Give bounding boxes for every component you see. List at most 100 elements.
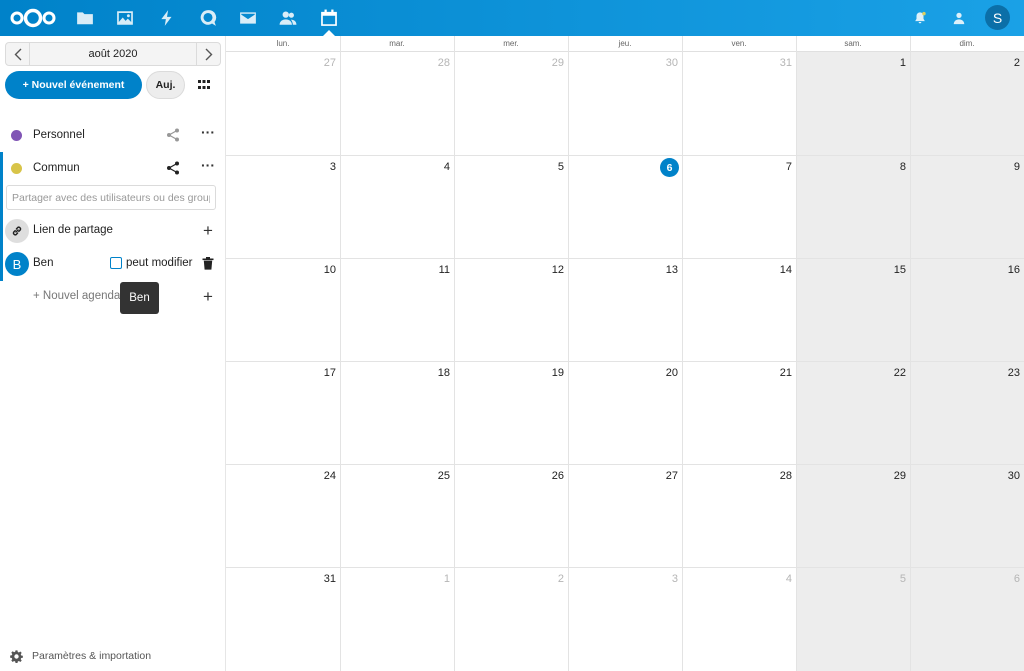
- grid-row-divider: [226, 464, 1024, 465]
- weekday-header: dim.: [959, 39, 975, 48]
- weekday-header: sam.: [844, 39, 862, 48]
- chevron-left-icon: [14, 48, 21, 60]
- previous-month-button[interactable]: [6, 43, 30, 65]
- day-number[interactable]: 3: [296, 161, 336, 173]
- day-number[interactable]: 5: [524, 161, 564, 173]
- day-number[interactable]: 26: [524, 470, 564, 482]
- other-month-day-number[interactable]: 6: [980, 573, 1020, 585]
- day-number[interactable]: 25: [410, 470, 450, 482]
- calendar-color-dot[interactable]: [11, 162, 22, 174]
- day-number[interactable]: 15: [866, 264, 906, 276]
- weekday-header: lun.: [276, 39, 290, 48]
- chevron-right-icon: [205, 48, 212, 60]
- day-number[interactable]: 11: [410, 264, 450, 276]
- delete-share-icon[interactable]: [202, 257, 214, 270]
- weekday-header: jeu.: [618, 39, 632, 48]
- day-number[interactable]: 14: [752, 264, 792, 276]
- other-month-day-number[interactable]: 4: [752, 573, 792, 585]
- day-number[interactable]: 30: [980, 470, 1020, 482]
- contacts-icon[interactable]: [276, 6, 300, 30]
- other-month-day-number[interactable]: 3: [638, 573, 678, 585]
- grid-column-divider: [568, 36, 569, 671]
- can-edit-label[interactable]: peut modifier: [126, 257, 192, 269]
- today-day-number[interactable]: 6: [660, 158, 679, 177]
- day-number[interactable]: 19: [524, 367, 564, 379]
- tooltip: Ben: [120, 282, 159, 314]
- calendar-name: Commun: [33, 162, 80, 174]
- weekday-header: ven.: [731, 39, 747, 48]
- more-actions-icon[interactable]: ···: [201, 158, 215, 175]
- day-number[interactable]: 17: [296, 367, 336, 379]
- other-month-day-number[interactable]: 1: [410, 573, 450, 585]
- share-icon[interactable]: [166, 128, 180, 142]
- user-avatar[interactable]: S: [985, 5, 1010, 30]
- day-number[interactable]: 4: [410, 161, 450, 173]
- grid-row-divider: [226, 258, 1024, 259]
- calendar-color-dot[interactable]: [11, 129, 22, 141]
- talk-icon[interactable]: [196, 6, 220, 30]
- weekday-header: mar.: [389, 39, 405, 48]
- more-actions-icon[interactable]: ···: [201, 125, 215, 142]
- sharee-row: B Ben peut modifier: [0, 251, 226, 277]
- day-number[interactable]: 16: [980, 264, 1020, 276]
- calendar-item-personnel[interactable]: Personnel ···: [0, 119, 226, 151]
- day-number[interactable]: 10: [296, 264, 336, 276]
- grid-column-divider: [454, 36, 455, 671]
- notifications-icon[interactable]: [910, 6, 930, 30]
- other-month-day-number[interactable]: 29: [524, 57, 564, 69]
- mail-icon[interactable]: [236, 6, 260, 30]
- photos-icon[interactable]: [113, 6, 137, 30]
- nextcloud-logo-icon[interactable]: [10, 8, 56, 28]
- day-number[interactable]: 23: [980, 367, 1020, 379]
- add-share-link-icon[interactable]: +: [201, 222, 215, 239]
- day-number[interactable]: 21: [752, 367, 792, 379]
- day-number[interactable]: 2: [980, 57, 1020, 69]
- other-month-day-number[interactable]: 5: [866, 573, 906, 585]
- settings-button[interactable]: Paramètres & importation: [10, 649, 210, 663]
- other-month-day-number[interactable]: 30: [638, 57, 678, 69]
- other-month-day-number[interactable]: 27: [296, 57, 336, 69]
- contacts-menu-icon[interactable]: [949, 6, 969, 30]
- day-number[interactable]: 24: [296, 470, 336, 482]
- day-number[interactable]: 1: [866, 57, 906, 69]
- grid-column-divider: [340, 36, 341, 671]
- calendar-item-commun[interactable]: Commun ···: [0, 152, 226, 184]
- grid-column-divider: [910, 36, 911, 671]
- day-number[interactable]: 31: [296, 573, 336, 585]
- calendar-icon[interactable]: [317, 6, 341, 30]
- date-picker: août 2020: [5, 42, 221, 66]
- day-number[interactable]: 22: [866, 367, 906, 379]
- other-month-day-number[interactable]: 28: [410, 57, 450, 69]
- view-grid-icon[interactable]: [198, 80, 210, 90]
- day-number[interactable]: 8: [866, 161, 906, 173]
- day-number[interactable]: 28: [752, 470, 792, 482]
- day-number[interactable]: 12: [524, 264, 564, 276]
- add-calendar-icon[interactable]: +: [201, 288, 215, 305]
- today-button[interactable]: Auj.: [146, 71, 185, 99]
- current-month-label[interactable]: août 2020: [30, 43, 196, 65]
- day-number[interactable]: 20: [638, 367, 678, 379]
- day-number[interactable]: 13: [638, 264, 678, 276]
- calendar-name: Personnel: [33, 129, 85, 141]
- new-event-button[interactable]: + Nouvel événement: [5, 71, 142, 99]
- other-month-day-number[interactable]: 31: [752, 57, 792, 69]
- weekday-header: mer.: [503, 39, 519, 48]
- day-number[interactable]: 29: [866, 470, 906, 482]
- sharee-name: Ben: [33, 257, 54, 269]
- day-number[interactable]: 7: [752, 161, 792, 173]
- next-month-button[interactable]: [196, 43, 220, 65]
- files-icon[interactable]: [73, 6, 97, 30]
- share-search-input[interactable]: [6, 185, 216, 210]
- day-number[interactable]: 9: [980, 161, 1020, 173]
- activity-icon[interactable]: [155, 6, 179, 30]
- can-edit-checkbox[interactable]: [110, 257, 122, 269]
- day-number[interactable]: 27: [638, 470, 678, 482]
- other-month-day-number[interactable]: 2: [524, 573, 564, 585]
- new-calendar-button[interactable]: + Nouvel agenda: [33, 290, 120, 302]
- day-number[interactable]: 18: [410, 367, 450, 379]
- grid-column-divider: [682, 36, 683, 671]
- grid-row-divider: [226, 567, 1024, 568]
- share-icon[interactable]: [166, 161, 180, 175]
- share-link-label: Lien de partage: [33, 224, 113, 236]
- month-view: lun. mar. mer. jeu. ven. sam. dim. 27 28 29 30 31 1…: [226, 36, 1024, 671]
